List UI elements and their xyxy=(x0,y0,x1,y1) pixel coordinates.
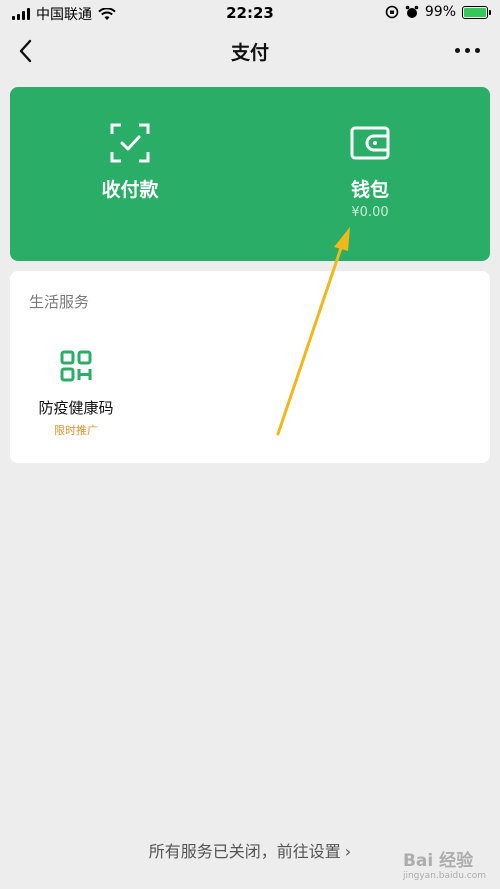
battery-percent: 99% xyxy=(424,4,456,20)
nav-bar: 支付 xyxy=(0,26,500,76)
alarm-icon xyxy=(405,5,419,18)
footer-text: 所有服务已关闭，前往设置 xyxy=(148,842,341,861)
watermark-text: Bai 经验 xyxy=(402,851,474,871)
more-dots-icon[interactable] xyxy=(455,48,480,53)
battery-icon xyxy=(462,5,491,19)
page-title: 支付 xyxy=(230,42,269,64)
health-code-service[interactable]: 防疫健康码 限时推广 xyxy=(28,349,124,438)
watermark-sub: jingyan.baidu.com xyxy=(402,871,486,881)
status-right: 99% xyxy=(385,4,491,20)
receive-pay-label: 收付款 xyxy=(101,179,159,201)
promo-tag: 限时推广 xyxy=(54,424,98,437)
status-bar: 中国联通 22:23 99% xyxy=(0,0,500,26)
services-card: 生活服务 防疫健康码 限时推广 xyxy=(10,271,490,463)
health-code-label: 防疫健康码 xyxy=(38,399,114,417)
wallet-label: 钱包 xyxy=(350,179,389,201)
baidu-jingyan-watermark: Bai 经验 jingyan.baidu.com xyxy=(403,846,486,881)
scan-check-icon xyxy=(110,123,150,163)
wallet-button[interactable]: 钱包 ¥0.00 xyxy=(250,87,490,261)
wallet-balance: ¥0.00 xyxy=(351,205,389,220)
pay-card: 收付款 钱包 ¥0.00 xyxy=(10,87,490,261)
services-section-title: 生活服务 xyxy=(29,293,90,311)
qr-code-icon xyxy=(60,350,92,382)
wallet-icon xyxy=(350,126,390,160)
receive-pay-button[interactable]: 收付款 xyxy=(10,87,250,261)
chevron-right-icon: › xyxy=(344,842,352,861)
orientation-lock-icon xyxy=(385,5,399,19)
